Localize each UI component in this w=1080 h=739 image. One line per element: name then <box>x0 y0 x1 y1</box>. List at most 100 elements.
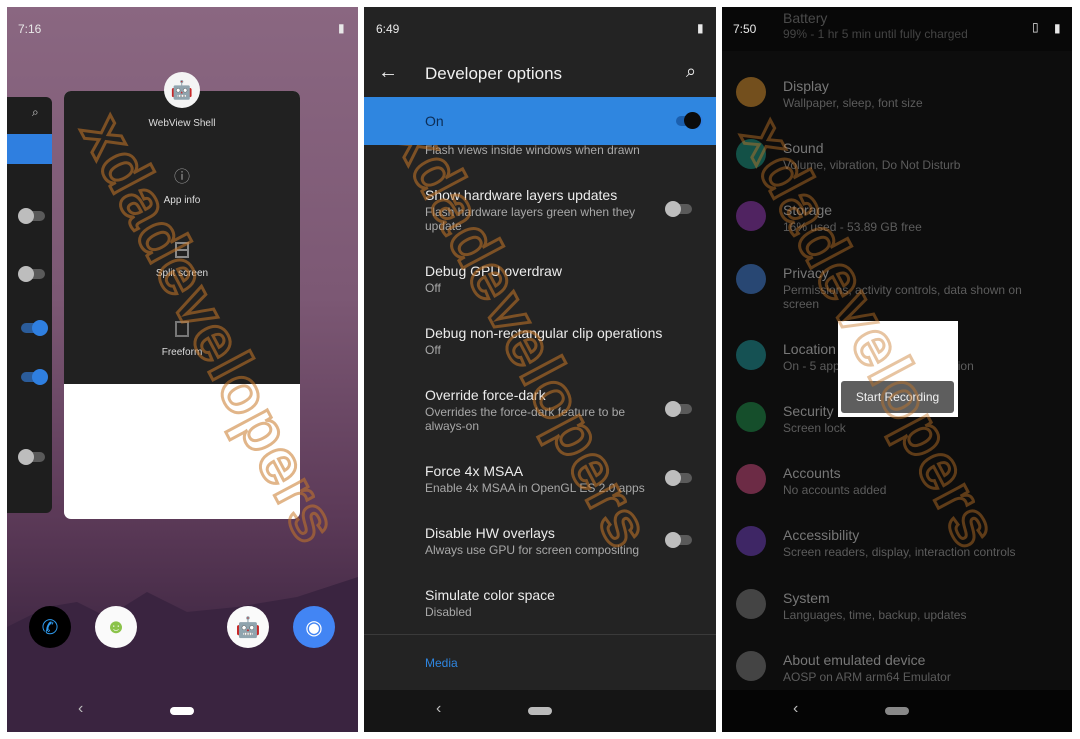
menu-label: Split screen <box>155 268 209 279</box>
toggle-thumb <box>684 112 701 129</box>
setting-subtitle: Screen readers, display, interaction con… <box>783 545 1016 559</box>
menu-split-screen[interactable]: Split screen <box>64 242 300 279</box>
search-icon[interactable]: ⌕ <box>686 61 696 82</box>
system-icon <box>736 589 766 619</box>
toggle[interactable] <box>21 369 48 385</box>
setting-title: System <box>783 590 830 606</box>
home-button[interactable] <box>885 707 909 715</box>
setting-subtitle: Languages, time, backup, updates <box>783 608 967 622</box>
setting-title: Accounts <box>783 465 841 481</box>
setting-title: Display <box>783 78 829 94</box>
battery-icon: ▮ <box>697 21 704 35</box>
menu-label: App info <box>163 195 201 206</box>
toggle[interactable] <box>18 449 45 465</box>
setting-subtitle: Flash hardware layers green when they up… <box>425 205 636 233</box>
menu-label: Freeform <box>161 347 203 358</box>
setting-subtitle: Off <box>425 281 441 295</box>
toggle[interactable] <box>665 532 692 548</box>
setting-subtitle: Screen lock <box>783 421 846 435</box>
setting-title: Debug GPU overdraw <box>425 263 562 279</box>
settings-screen: Battery 99% - 1 hr 5 min until fully cha… <box>722 7 1072 732</box>
display-icon <box>736 77 766 107</box>
home-button[interactable] <box>528 707 552 715</box>
toggle[interactable] <box>665 201 692 217</box>
back-button[interactable]: ‹ <box>436 700 441 718</box>
nav-bar: ‹ <box>364 690 716 732</box>
setting-subtitle: 16% used - 53.89 GB free <box>783 220 922 234</box>
home-button[interactable] <box>170 707 194 715</box>
app-card-webview-shell[interactable]: WebView Shell ⓘ App info Split screen Fr… <box>64 91 300 519</box>
master-switch-bar[interactable]: On <box>364 97 716 145</box>
setting-subtitle: Permissions, activity controls, data sho… <box>783 283 1022 311</box>
setting-title: Force 4x MSAA <box>425 463 524 479</box>
setting-title: Disable HW overlays <box>425 525 555 541</box>
toggle[interactable] <box>665 401 692 417</box>
setting-title: Privacy <box>783 265 829 281</box>
setting-subtitle: Volume, vibration, Do Not Disturb <box>783 158 961 172</box>
nav-bar: ‹ <box>7 690 358 732</box>
about-device-icon <box>736 651 766 681</box>
info-icon: ⓘ <box>173 169 190 186</box>
back-arrow-icon[interactable]: ← <box>378 61 398 84</box>
app-menu: WebView Shell ⓘ App info Split screen Fr… <box>64 91 300 384</box>
status-time: 7:16 <box>18 22 42 36</box>
privacy-icon <box>736 264 766 294</box>
setting-title: Simulate color space <box>425 587 555 603</box>
split-screen-icon <box>175 242 189 258</box>
master-switch-label: On <box>425 113 444 129</box>
location-icon <box>736 340 766 370</box>
setting-title: Location <box>783 341 836 357</box>
setting-title: Show hardware layers updates <box>425 187 618 203</box>
setting-subtitle: AOSP on ARM arm64 Emulator <box>783 670 951 684</box>
menu-app-info[interactable]: ⓘ App info <box>64 163 300 206</box>
nav-bar: ‹ <box>722 690 1072 732</box>
toggle[interactable] <box>665 470 692 486</box>
status-time: 7:50 <box>733 22 757 36</box>
setting-title: About emulated device <box>783 652 926 668</box>
status-time: 6:49 <box>376 22 400 36</box>
vibrate-icon: ▯ <box>1032 20 1039 34</box>
setting-subtitle: Off <box>425 343 441 357</box>
dock-phone-icon[interactable]: ✆ <box>29 606 71 648</box>
setting-subtitle: No accounts added <box>783 483 887 497</box>
toggle[interactable] <box>18 266 45 282</box>
battery-icon: ▮ <box>338 21 345 35</box>
setting-title: Debug non-rectangular clip operations <box>425 325 663 341</box>
highlight-bar <box>7 134 52 164</box>
search-icon: ⌕ <box>32 105 39 119</box>
dock-android-app-icon[interactable]: 🤖 <box>227 606 269 648</box>
security-icon <box>736 402 766 432</box>
recents-screen: 7:16 ▮ ⌕ WebView Shell ⓘ App info Split … <box>7 7 358 732</box>
dock-messages-icon[interactable]: ☻ <box>95 606 137 648</box>
toggle[interactable] <box>21 320 48 336</box>
page-title: Developer options <box>425 64 563 83</box>
setting-title: Override force-dark <box>425 387 546 403</box>
storage-icon <box>736 201 766 231</box>
setting-title: Security <box>783 403 834 419</box>
section-header-media: Media <box>425 656 458 670</box>
accounts-icon <box>736 464 766 494</box>
freeform-icon <box>175 321 189 337</box>
setting-title: Accessibility <box>783 527 860 543</box>
setting-subtitle: Disabled <box>425 605 472 619</box>
accessibility-icon <box>736 526 766 556</box>
previous-app-card[interactable]: ⌕ <box>7 97 52 513</box>
developer-options-screen: 6:49 ▮ ← Developer options ⌕ On Flash vi… <box>364 7 716 732</box>
battery-icon: ▮ <box>1054 21 1061 35</box>
toggle[interactable] <box>18 208 45 224</box>
setting-title: Storage <box>783 202 833 218</box>
android-app-icon[interactable]: 🤖 <box>164 72 200 108</box>
setting-title: Sound <box>783 140 824 156</box>
setting-subtitle: 99% - 1 hr 5 min until fully charged <box>783 27 968 41</box>
back-button[interactable]: ‹ <box>78 700 83 718</box>
screen-record-dialog: Start Recording <box>838 321 958 417</box>
setting-subtitle: Wallpaper, sleep, font size <box>783 96 923 110</box>
menu-freeform[interactable]: Freeform <box>64 321 300 358</box>
setting-title: Battery <box>783 10 828 26</box>
dock-camera-icon[interactable]: ◉ <box>293 606 335 648</box>
back-button[interactable]: ‹ <box>793 700 798 718</box>
start-recording-button[interactable]: Start Recording <box>841 381 954 413</box>
sound-icon <box>736 139 766 169</box>
setting-subtitle: Always use GPU for screen compositing <box>425 543 640 557</box>
setting-subtitle: Flash views inside windows when drawn <box>425 143 640 157</box>
